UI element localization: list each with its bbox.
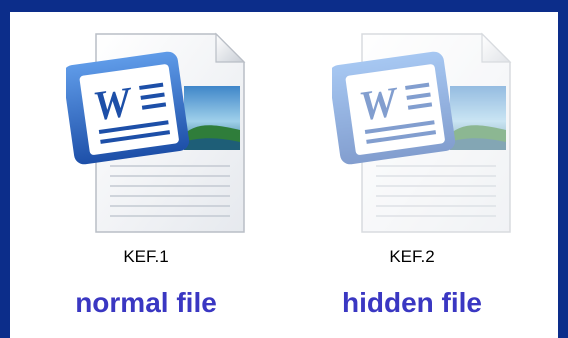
file-item-kef-2[interactable]: W KEF.2 hidden file — [312, 12, 532, 338]
word-document-icon: W — [332, 32, 512, 233]
file-caption: hidden file — [342, 287, 482, 318]
word-document-icon: W — [66, 32, 246, 233]
file-name-label[interactable]: KEF.1 — [46, 247, 246, 267]
file-item-kef-1[interactable]: W KEF.1 normal file — [46, 12, 266, 338]
file-caption: normal file — [75, 287, 217, 318]
file-name-label[interactable]: KEF.2 — [312, 247, 512, 267]
file-view-panel: W KEF.1 normal file W KEF.2 hidden file — [10, 12, 558, 338]
